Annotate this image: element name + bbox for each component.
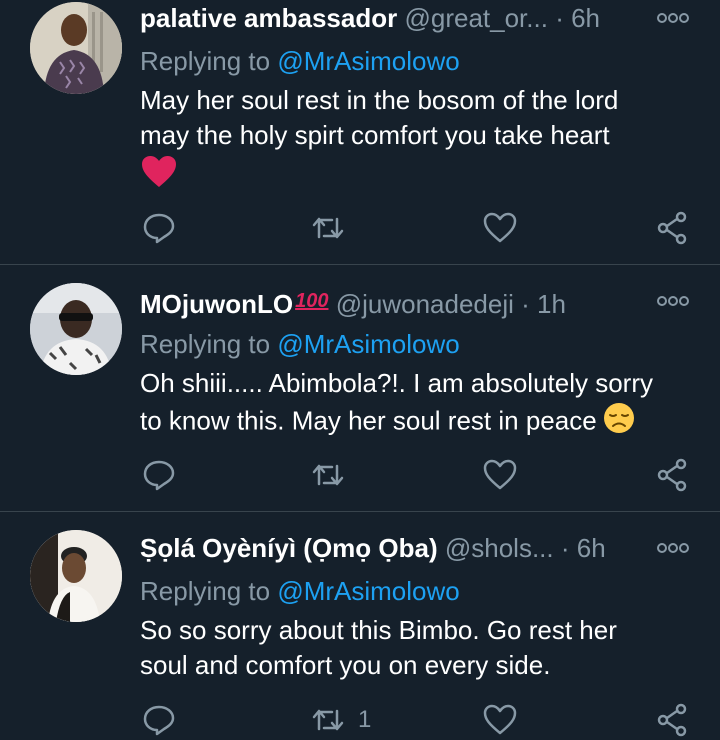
display-name[interactable]: palative ambassador — [140, 3, 397, 33]
like-button[interactable] — [483, 700, 517, 740]
share-button[interactable] — [656, 208, 690, 248]
tweet-text-line: Oh shiii..... Abimbola?!. I am absolutel… — [140, 368, 653, 398]
retweet-button[interactable] — [310, 455, 358, 495]
like-icon[interactable] — [483, 459, 517, 491]
separator-dot: · — [560, 533, 570, 563]
reply-button[interactable] — [142, 208, 176, 248]
separator-dot: · — [555, 3, 564, 33]
display-name[interactable]: MOjuwonLO — [140, 289, 293, 319]
more-icon[interactable] — [656, 538, 690, 558]
tweet[interactable]: palative ambassador @great_or... · 6h Re… — [0, 0, 720, 262]
replying-to: Replying to @MrAsimolowo — [140, 574, 460, 608]
tweet-text-line-with-emoji: to know this. May her soul rest in peace — [140, 402, 635, 443]
hundred-points-emoji: 100 — [295, 290, 329, 312]
user-handle[interactable]: @shols... — [445, 533, 554, 563]
more-icon[interactable] — [656, 291, 690, 311]
replying-to-label: Replying to — [140, 329, 271, 359]
avatar[interactable] — [30, 283, 122, 375]
retweet-icon[interactable] — [310, 703, 346, 737]
disappointed-face-emoji — [603, 402, 635, 443]
tweet-text-line: to know this. May her soul rest in peace — [140, 405, 597, 436]
avatar[interactable] — [30, 530, 122, 622]
more-icon[interactable] — [656, 8, 690, 28]
share-button[interactable] — [656, 455, 690, 495]
tweet[interactable]: Ṣọlá Oyèníyì (Ọmọ Ọba) @shols... · 6h Re… — [0, 512, 720, 740]
tweet-text-line: May her soul rest in the bosom of the lo… — [140, 85, 619, 115]
like-icon[interactable] — [483, 212, 517, 244]
reply-button[interactable] — [142, 455, 176, 495]
display-name[interactable]: Ṣọlá Oyèníyì (Ọmọ Ọba) — [140, 533, 438, 563]
replying-to: Replying to @MrAsimolowo — [140, 327, 460, 361]
retweet-button[interactable]: 1 — [310, 700, 371, 740]
reply-button[interactable] — [142, 700, 176, 740]
share-button[interactable] — [656, 700, 690, 740]
tweet-text-line: soul and comfort you on every side. — [140, 650, 551, 680]
timestamp[interactable]: 1h — [537, 289, 566, 319]
tweet-text-line: So so sorry about this Bimbo. Go rest he… — [140, 615, 617, 645]
avatar[interactable] — [30, 2, 122, 94]
replying-to: Replying to @MrAsimolowo — [140, 44, 460, 78]
like-button[interactable] — [483, 455, 517, 495]
retweet-icon[interactable] — [310, 458, 346, 492]
like-icon[interactable] — [483, 704, 517, 736]
share-icon[interactable] — [656, 458, 690, 492]
timestamp[interactable]: 6h — [577, 533, 606, 563]
user-handle[interactable]: @great_or... — [404, 3, 547, 33]
mention-link[interactable]: @MrAsimolowo — [277, 329, 459, 359]
red-heart-emoji — [141, 155, 177, 194]
reply-icon[interactable] — [142, 458, 176, 492]
mention-link[interactable]: @MrAsimolowo — [277, 576, 459, 606]
tweet[interactable]: MOjuwonLO 100 @juwonadedeji · 1h Replying… — [0, 265, 720, 510]
separator-dot: · — [521, 289, 530, 319]
reply-icon[interactable] — [142, 703, 176, 737]
mention-link[interactable]: @MrAsimolowo — [277, 46, 459, 76]
tweet-actions — [140, 208, 700, 248]
retweet-count: 1 — [358, 706, 372, 733]
retweet-button[interactable] — [310, 208, 358, 248]
replying-to-label: Replying to — [140, 576, 271, 606]
tweet-actions — [140, 455, 700, 495]
reply-icon[interactable] — [142, 211, 176, 245]
tweet-actions: 1 — [140, 700, 700, 740]
share-icon[interactable] — [656, 703, 690, 737]
share-icon[interactable] — [656, 211, 690, 245]
tweet-text-line: may the holy spirt comfort you take hear… — [140, 120, 610, 150]
retweet-icon[interactable] — [310, 211, 346, 245]
replying-to-label: Replying to — [140, 46, 271, 76]
timestamp[interactable]: 6h — [571, 3, 600, 33]
user-handle[interactable]: @juwonadedeji — [336, 289, 514, 319]
like-button[interactable] — [483, 208, 517, 248]
